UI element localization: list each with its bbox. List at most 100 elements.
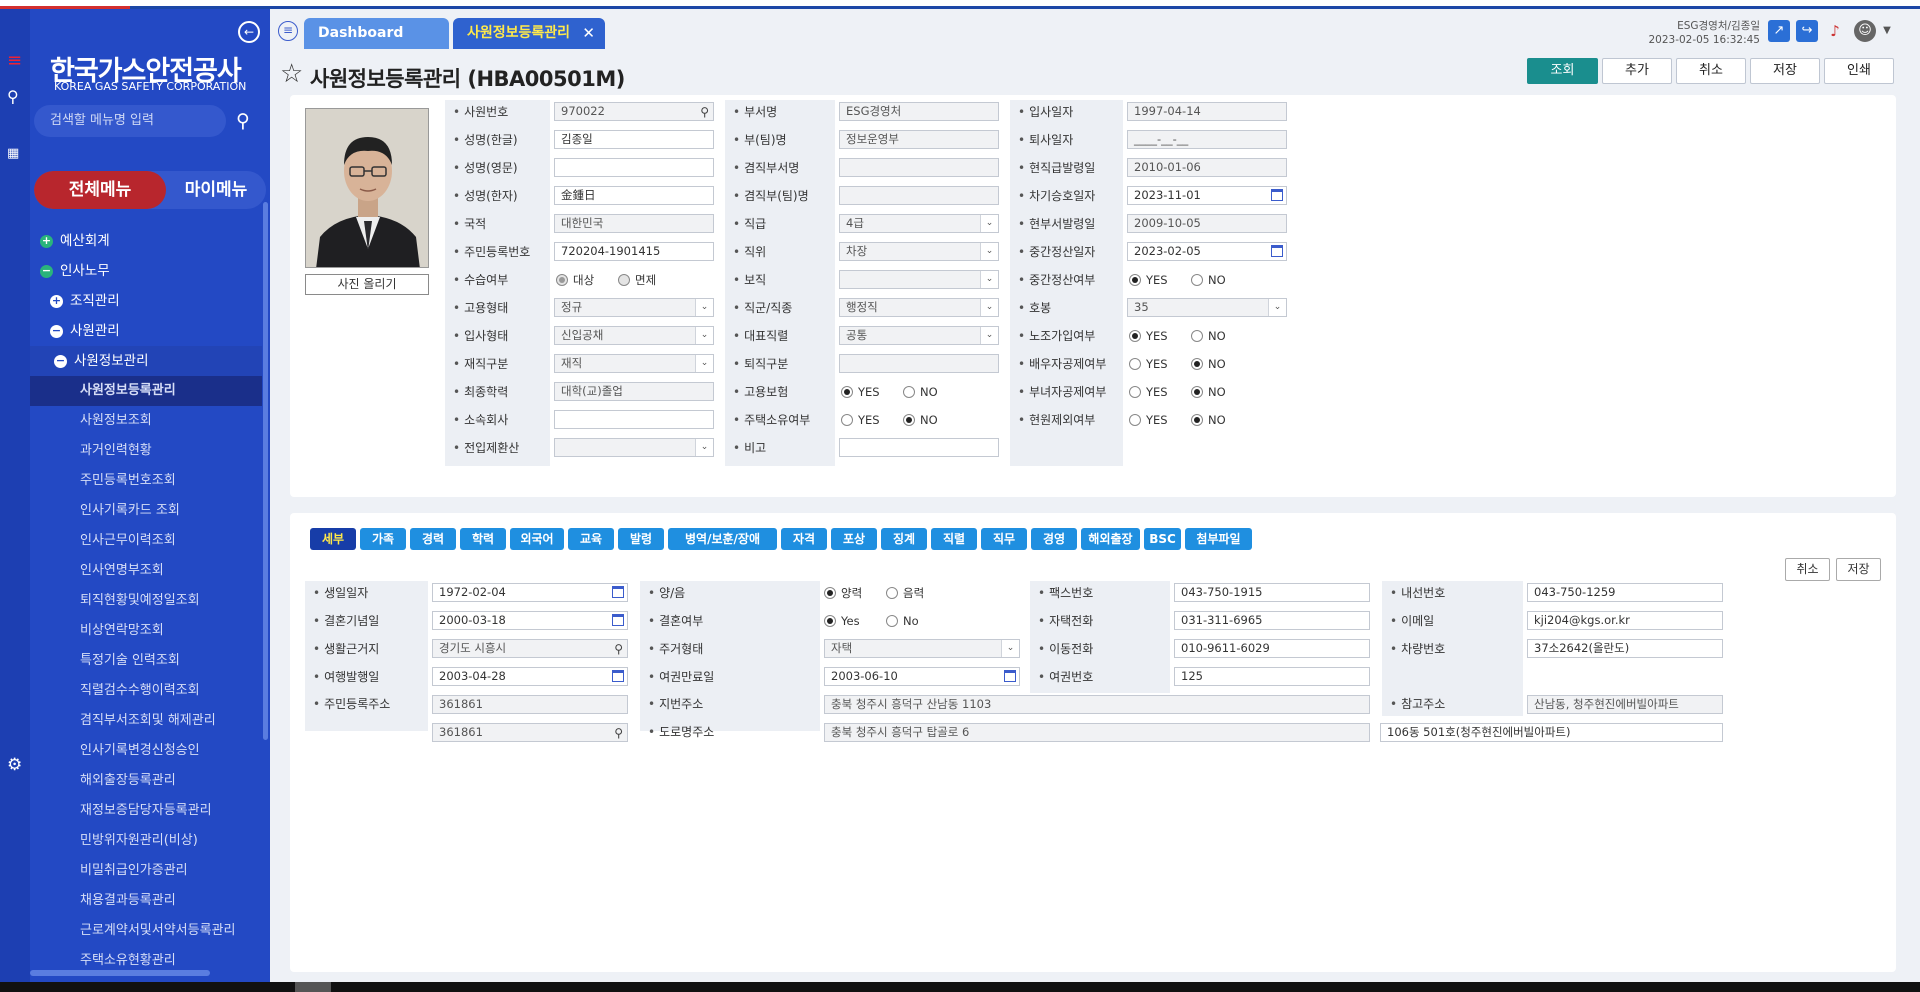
tab-6[interactable]: 발령 bbox=[618, 528, 664, 550]
radio-circle[interactable] bbox=[1129, 273, 1141, 286]
input-field[interactable]: 106동 501호(청주현진에버빌아파트) bbox=[1380, 723, 1723, 742]
radio-option[interactable]: 음력 bbox=[886, 584, 924, 603]
radio-circle[interactable] bbox=[824, 614, 836, 627]
select-field[interactable]: ⌄ bbox=[554, 438, 714, 457]
date-field[interactable]: 2003-06-10 bbox=[824, 667, 1020, 686]
calendar-icon[interactable] bbox=[1271, 245, 1283, 257]
radio-option[interactable]: 양력 bbox=[824, 584, 862, 603]
radio-option[interactable]: YES bbox=[841, 383, 880, 402]
input-field[interactable]: 010-9611-6029 bbox=[1174, 639, 1370, 658]
calendar-icon[interactable] bbox=[1271, 189, 1283, 201]
radio-circle[interactable] bbox=[1191, 385, 1203, 398]
sidebar-item[interactable]: 채용결과등록관리 bbox=[30, 886, 262, 916]
date-field[interactable]: 2000-03-18 bbox=[432, 611, 628, 630]
sidebar-item[interactable]: 인사근무이력조회 bbox=[30, 526, 262, 556]
search-icon[interactable]: ⚲ bbox=[614, 641, 623, 657]
sidebar-item[interactable]: 과거인력현황 bbox=[30, 436, 262, 466]
radio-circle[interactable] bbox=[841, 385, 853, 398]
chevron-down-icon[interactable]: ⌄ bbox=[695, 327, 713, 344]
radio-circle[interactable] bbox=[618, 273, 630, 286]
gear-icon[interactable]: ⚙ bbox=[7, 757, 22, 774]
input-field[interactable]: 37소2642(올란도) bbox=[1527, 639, 1723, 658]
date-field[interactable]: 2003-04-28 bbox=[432, 667, 628, 686]
radio-circle[interactable] bbox=[1129, 413, 1141, 426]
tab-15[interactable]: BSC bbox=[1144, 528, 1181, 550]
tab-11[interactable]: 직렬 bbox=[931, 528, 977, 550]
input-field[interactable]: 경기도 시흥시 ⚲ bbox=[432, 639, 628, 658]
input-field[interactable] bbox=[554, 158, 714, 177]
sidebar-item[interactable]: 근로계약서및서약서등록관리 bbox=[30, 916, 262, 946]
sidebar-scrollbar[interactable] bbox=[263, 202, 268, 740]
collapse-icon[interactable]: − bbox=[54, 354, 67, 368]
calendar-icon[interactable] bbox=[612, 586, 624, 598]
radio-circle[interactable] bbox=[556, 273, 568, 286]
search-icon[interactable]: ⚲ bbox=[700, 104, 709, 120]
expand-icon[interactable]: + bbox=[40, 234, 53, 248]
select-field[interactable]: 공통 ⌄ bbox=[839, 326, 999, 345]
add-button[interactable]: 추가 bbox=[1602, 58, 1672, 84]
radio-option[interactable]: YES bbox=[1129, 271, 1168, 290]
tab-3[interactable]: 학력 bbox=[460, 528, 506, 550]
input-field[interactable]: 043-750-1259 bbox=[1527, 583, 1723, 602]
sidebar-item[interactable]: + 예산회계 bbox=[30, 226, 262, 256]
date-field[interactable]: 1972-02-04 bbox=[432, 583, 628, 602]
input-field[interactable] bbox=[554, 410, 714, 429]
radio-option[interactable]: No bbox=[886, 612, 919, 631]
chevron-down-icon[interactable]: ⌄ bbox=[1268, 299, 1286, 316]
input-field[interactable]: 043-750-1915 bbox=[1174, 583, 1370, 602]
calendar-icon[interactable] bbox=[612, 614, 624, 626]
radio-circle[interactable] bbox=[886, 614, 898, 627]
calendar-icon[interactable] bbox=[612, 670, 624, 682]
radio-circle[interactable] bbox=[1191, 357, 1203, 370]
search-icon[interactable]: ⚲ bbox=[7, 89, 19, 105]
tab-10[interactable]: 징계 bbox=[881, 528, 927, 550]
sidebar-horizontal-scrollbar[interactable] bbox=[30, 970, 210, 976]
input-field[interactable]: 361861 ⚲ bbox=[432, 723, 628, 742]
tab-16[interactable]: 첨부파일 bbox=[1185, 528, 1252, 550]
tab-my-menu[interactable]: 마이메뉴 bbox=[166, 171, 266, 209]
sidebar-item[interactable]: 인사기록카드 조회 bbox=[30, 496, 262, 526]
chevron-down-icon[interactable]: ⌄ bbox=[695, 355, 713, 372]
menu-search-input[interactable]: 검색할 메뉴명 입력 bbox=[34, 105, 226, 137]
radio-circle[interactable] bbox=[1129, 357, 1141, 370]
radio-circle[interactable] bbox=[1129, 385, 1141, 398]
select-field[interactable]: 차장 ⌄ bbox=[839, 242, 999, 261]
search-button[interactable]: 조회 bbox=[1527, 58, 1598, 84]
input-field[interactable]: 125 bbox=[1174, 667, 1370, 686]
select-field[interactable]: 자택 ⌄ bbox=[824, 639, 1020, 658]
sidebar-item[interactable]: 사원정보조회 bbox=[30, 406, 262, 436]
input-field[interactable]: kji204@kgs.or.kr bbox=[1527, 611, 1723, 630]
sidebar-item[interactable]: 비밀취급인가증관리 bbox=[30, 856, 262, 886]
calendar-icon[interactable] bbox=[1004, 670, 1016, 682]
select-field[interactable]: 행정직 ⌄ bbox=[839, 298, 999, 317]
chevron-down-icon[interactable]: ⌄ bbox=[1001, 640, 1019, 657]
radio-option[interactable]: YES bbox=[1129, 383, 1168, 402]
radio-option[interactable]: 면제 bbox=[618, 271, 656, 290]
chevron-down-icon[interactable]: ⌄ bbox=[695, 439, 713, 456]
select-field[interactable]: ⌄ bbox=[839, 270, 999, 289]
chevron-down-icon[interactable]: ⌄ bbox=[980, 243, 998, 260]
radio-circle[interactable] bbox=[886, 586, 898, 599]
detail-save-button[interactable]: 저장 bbox=[1836, 558, 1881, 581]
sidebar-item[interactable]: 사원정보등록관리 bbox=[30, 376, 262, 406]
select-field[interactable]: 재직 ⌄ bbox=[554, 354, 714, 373]
search-icon[interactable]: ⚲ bbox=[236, 110, 250, 132]
sidebar-item[interactable]: 해외출장등록관리 bbox=[30, 766, 262, 796]
tab-14[interactable]: 해외출장 bbox=[1081, 528, 1140, 550]
tab-0[interactable]: 세부 bbox=[310, 528, 356, 550]
radio-option[interactable]: NO bbox=[1191, 271, 1226, 290]
tab-4[interactable]: 외국어 bbox=[510, 528, 564, 550]
radio-option[interactable]: NO bbox=[903, 411, 938, 430]
external-link-icon[interactable]: ↗ bbox=[1768, 20, 1790, 42]
radio-option[interactable]: YES bbox=[1129, 327, 1168, 346]
collapse-icon[interactable]: − bbox=[50, 324, 63, 338]
menu-toggle-icon[interactable]: ≡ bbox=[278, 21, 298, 41]
tab-1[interactable]: 가족 bbox=[360, 528, 406, 550]
sidebar-item[interactable]: 퇴직현황및예정일조회 bbox=[30, 586, 262, 616]
input-field[interactable]: 김종일 bbox=[554, 130, 714, 149]
radio-option[interactable]: Yes bbox=[824, 612, 860, 631]
tab-2[interactable]: 경력 bbox=[410, 528, 456, 550]
chevron-down-icon[interactable]: ⌄ bbox=[980, 299, 998, 316]
input-field[interactable] bbox=[839, 438, 999, 457]
chevron-down-icon[interactable]: ⌄ bbox=[980, 271, 998, 288]
